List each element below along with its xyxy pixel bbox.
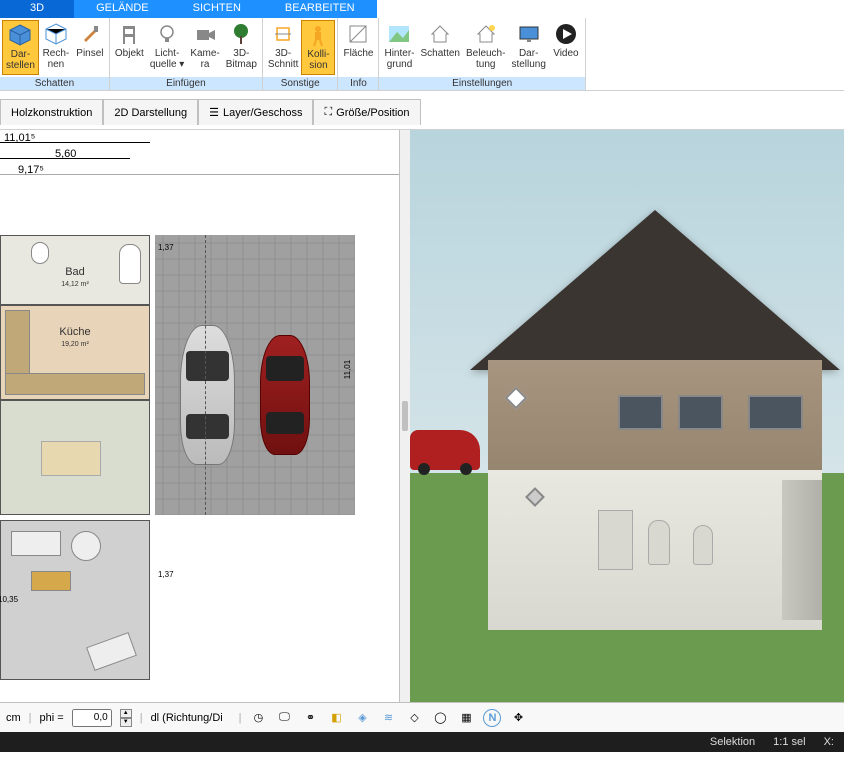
room-kueche[interactable]: Küche19,20 m² bbox=[0, 305, 150, 400]
group-label-einstellungen: Einstellungen bbox=[379, 77, 584, 90]
group-label-sonstige: Sonstige bbox=[263, 77, 338, 90]
tool-layers1-icon[interactable]: ◈ bbox=[353, 709, 371, 727]
tool-cursor-icon[interactable]: ✥ bbox=[509, 709, 527, 727]
cube-wire-icon bbox=[44, 22, 68, 46]
tab-gelaende[interactable]: GELÄNDE bbox=[74, 0, 171, 18]
play-icon bbox=[554, 22, 578, 46]
dim-s3: 10,35 bbox=[0, 595, 18, 604]
monitor-icon bbox=[517, 22, 541, 46]
house-shadow-icon bbox=[428, 22, 452, 46]
tool-clock-icon[interactable]: ◷ bbox=[249, 709, 267, 727]
phi-label: phi = bbox=[40, 712, 64, 724]
person-icon bbox=[306, 23, 330, 47]
schatten-set-button[interactable]: Schatten bbox=[418, 20, 463, 75]
tool-diamond-icon[interactable]: ◇ bbox=[405, 709, 423, 727]
tool-circle-icon[interactable]: ◯ bbox=[431, 709, 449, 727]
property-tabs: Holzkonstruktion 2D Darstellung ☰Layer/G… bbox=[0, 91, 844, 130]
cube-icon bbox=[8, 23, 32, 47]
tab-bearbeiten[interactable]: BEARBEITEN bbox=[263, 0, 377, 18]
darstellung-button[interactable]: Dar- stellung bbox=[508, 20, 548, 75]
area-icon bbox=[346, 22, 370, 46]
kollision-button[interactable]: Kolli- sion bbox=[301, 20, 335, 75]
status-scale: 1:1 sel bbox=[773, 736, 805, 748]
dim-drive: 11,01 bbox=[343, 360, 352, 379]
status-bar: Selektion 1:1 sel X: bbox=[0, 732, 844, 752]
car-red[interactable] bbox=[260, 335, 310, 455]
subtab-2d-darstellung[interactable]: 2D Darstellung bbox=[103, 99, 198, 125]
room-zimmer[interactable]: zimmer bbox=[0, 400, 150, 515]
hintergrund-button[interactable]: Hinter- grund bbox=[381, 20, 417, 75]
direction-label: dl (Richtung/Di bbox=[151, 712, 231, 724]
3d-view[interactable] bbox=[410, 130, 844, 702]
lichtquelle-button[interactable]: Licht- quelle ▾ bbox=[147, 20, 188, 75]
room-bad[interactable]: Bad14,12 m² bbox=[0, 235, 150, 305]
status-selection: Selektion bbox=[710, 736, 755, 748]
car-silver[interactable] bbox=[180, 325, 235, 465]
status-coord: X: bbox=[824, 736, 834, 748]
beleuchtung-button[interactable]: Beleuch- tung bbox=[463, 20, 508, 75]
tool-layers2-icon[interactable]: ≋ bbox=[379, 709, 397, 727]
tree-icon bbox=[229, 22, 253, 46]
house-3d bbox=[470, 210, 840, 630]
landscape-icon bbox=[387, 22, 411, 46]
subtab-layer-geschoss[interactable]: ☰Layer/Geschoss bbox=[198, 99, 313, 125]
group-label-einfuegen: Einfügen bbox=[110, 77, 262, 90]
phi-input[interactable] bbox=[72, 709, 112, 727]
house-light-icon bbox=[474, 22, 498, 46]
darstellen-button[interactable]: Dar- stellen bbox=[2, 20, 39, 75]
tool-cube-icon[interactable]: ◧ bbox=[327, 709, 345, 727]
tab-sichten[interactable]: SICHTEN bbox=[171, 0, 263, 18]
bulb-icon bbox=[155, 22, 179, 46]
unit-label: cm bbox=[6, 712, 21, 724]
subtab-groesse-position[interactable]: ⛶Größe/Position bbox=[313, 99, 420, 125]
3d-schnitt-button[interactable]: 3D- Schnitt bbox=[265, 20, 302, 75]
ribbon: Dar- stellen Rech- nen Pinsel Schatten O… bbox=[0, 18, 844, 91]
phi-spinner[interactable]: ▲▼ bbox=[120, 709, 132, 727]
bottom-toolbar: cm | phi = ▲▼ | dl (Richtung/Di | ◷ 🖵 ⚭ … bbox=[0, 702, 844, 732]
video-button[interactable]: Video bbox=[549, 20, 583, 75]
objekt-button[interactable]: Objekt bbox=[112, 20, 147, 75]
brush-icon bbox=[78, 22, 102, 46]
tool-n-icon[interactable]: N bbox=[483, 709, 501, 727]
car-3d bbox=[410, 430, 480, 470]
3d-bitmap-button[interactable]: 3D- Bitmap bbox=[223, 20, 260, 75]
group-label-info: Info bbox=[338, 77, 378, 90]
group-label-schatten: Schatten bbox=[0, 77, 109, 90]
tab-3d[interactable]: 3D bbox=[0, 0, 74, 18]
main-tabs: 3D GELÄNDE SICHTEN BEARBEITEN bbox=[0, 0, 844, 18]
kamera-button[interactable]: Kame- ra bbox=[187, 20, 222, 75]
subtab-holzkonstruktion[interactable]: Holzkonstruktion bbox=[0, 99, 103, 125]
work-area: 11,01⁵ 5,60 9,17⁵ Bad14,12 m² Küche19,20… bbox=[0, 130, 844, 702]
rechnen-button[interactable]: Rech- nen bbox=[39, 20, 73, 75]
dim-s2: 1,37 bbox=[158, 570, 174, 579]
dim-s1: 1,37 bbox=[158, 243, 174, 252]
room-lower[interactable] bbox=[0, 520, 150, 680]
chair-icon bbox=[117, 22, 141, 46]
flaeche-button[interactable]: Fläche bbox=[340, 20, 376, 75]
layers-icon: ☰ bbox=[209, 106, 219, 119]
tool-monitor-icon[interactable]: 🖵 bbox=[275, 709, 293, 727]
tool-grid-icon[interactable]: ▦ bbox=[457, 709, 475, 727]
tool-link-icon[interactable]: ⚭ bbox=[301, 709, 319, 727]
resize-icon: ⛶ bbox=[324, 106, 332, 119]
splitter[interactable] bbox=[400, 130, 410, 702]
floorplan-view[interactable]: 11,01⁵ 5,60 9,17⁵ Bad14,12 m² Küche19,20… bbox=[0, 130, 400, 702]
driveway[interactable]: 11,01 bbox=[155, 235, 355, 515]
pinsel-button[interactable]: Pinsel bbox=[73, 20, 107, 75]
camera-icon bbox=[193, 22, 217, 46]
scissors-icon bbox=[271, 22, 295, 46]
